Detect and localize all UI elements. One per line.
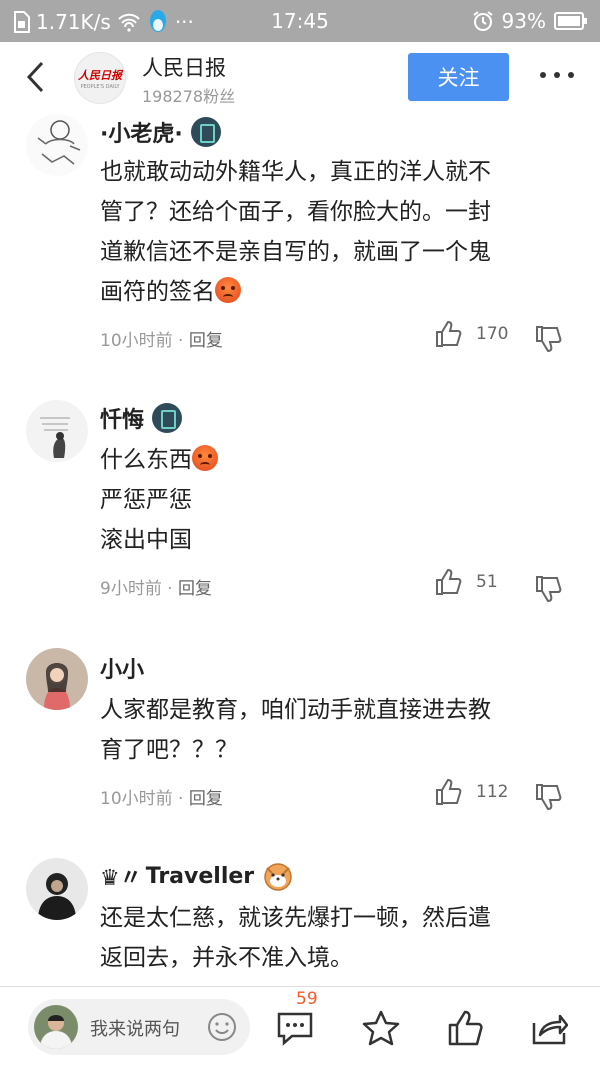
comment-meta: 9小时前 · 回复 — [100, 579, 213, 599]
thumbs-down-icon[interactable] — [534, 782, 562, 812]
star-icon[interactable] — [362, 1009, 400, 1047]
comment-meta: 10小时前 · 回复 — [100, 789, 223, 809]
reply-link[interactable]: 回复 — [189, 331, 223, 351]
thumbs-up-icon[interactable] — [446, 1009, 484, 1047]
username[interactable]: 小小 — [100, 652, 144, 684]
comment-line: 返回去，并永不准入境。 — [100, 945, 353, 971]
input-placeholder: 我来说两句 — [90, 1019, 180, 1040]
account-logo[interactable]: 人民日报 PEOPLE'S DAILY — [74, 52, 126, 104]
battery-icon — [554, 12, 587, 30]
battery-percent: 93% — [501, 9, 546, 33]
comment-item: 小小 人家都是教育，咱们动手就直接进去教 育了吧？？？ 10小时前 · 回复 1… — [0, 640, 600, 830]
comment-line: 人家都是教育，咱们动手就直接进去教 — [100, 697, 491, 723]
angry-emoji-icon — [215, 277, 241, 303]
avatar[interactable] — [26, 858, 88, 920]
account-name[interactable]: 人民日报 — [142, 52, 226, 82]
reply-link[interactable]: 回复 — [178, 579, 212, 599]
comment-text: 人家都是教育，咱们动手就直接进去教 育了吧？？？ — [100, 690, 580, 770]
comment-line: 管了？还给个面子，看你脸大的。一封 — [100, 199, 491, 225]
comment-time: 9小时前 — [100, 579, 162, 599]
comment-line: 道歉信还不是亲自写的，就画了一个鬼 — [100, 239, 491, 265]
status-bar: 1.71K/s ··· 17:45 93% — [0, 0, 600, 42]
username-text: 忏悔 — [100, 408, 145, 433]
comment-item: 忏悔 什么东西 严惩严惩 滚出中国 9小时前 · 回复 51 — [0, 392, 600, 622]
comment-text: 也就敢动动外籍华人，真正的洋人就不 管了？还给个面子，看你脸大的。一封 道歉信还… — [100, 152, 580, 312]
username-prefix: ♛〃 — [100, 866, 142, 891]
comment-line: 什么东西 — [100, 447, 192, 473]
user-badge-icon — [190, 117, 221, 147]
like-button[interactable]: 112 — [434, 778, 508, 806]
avatar[interactable] — [26, 648, 88, 710]
reply-link[interactable]: 回复 — [189, 789, 223, 809]
follow-button[interactable]: 关注 — [408, 53, 509, 101]
comment-time: 10小时前 — [100, 789, 173, 809]
comment-line: 严惩严惩 — [100, 487, 192, 513]
back-arrow-icon[interactable] — [22, 60, 52, 94]
like-button[interactable]: 170 — [434, 320, 508, 348]
comment-item: ·小老虎· 也就敢动动外籍华人，真正的洋人就不 管了？还给个面子，看你脸大的。一… — [0, 112, 600, 372]
follower-count: 198278粉丝 — [142, 87, 236, 106]
username[interactable]: ♛〃 Traveller — [100, 860, 294, 892]
thumbs-up-icon — [436, 778, 462, 805]
comments-icon[interactable] — [276, 1009, 314, 1047]
comment-count-badge: 59 — [296, 989, 318, 1009]
logo-subtitle: PEOPLE'S DAILY — [80, 83, 120, 90]
username[interactable]: ·小老虎· — [100, 116, 221, 148]
like-count: 170 — [476, 324, 509, 344]
comment-text: 还是太仁慈，就该先爆打一顿，然后遣 返回去，并永不准入境。 — [100, 898, 580, 978]
alarm-icon — [472, 11, 493, 31]
comment-line: 滚出中国 — [100, 527, 192, 553]
like-count: 112 — [476, 782, 509, 802]
bottom-action-bar: 我来说两句 59 — [0, 986, 600, 1066]
avatar[interactable] — [26, 114, 88, 176]
comment-input[interactable]: 我来说两句 — [28, 999, 250, 1055]
username-text: ·小老虎· — [100, 122, 183, 147]
comment-line: 还是太仁慈，就该先爆打一顿，然后遣 — [100, 905, 491, 931]
comment-line: 画符的签名 — [100, 279, 215, 305]
thumbs-down-icon[interactable] — [534, 574, 562, 604]
username-text: Traveller — [145, 863, 255, 889]
username[interactable]: 忏悔 — [100, 402, 183, 434]
my-avatar — [34, 1005, 78, 1049]
comment-line: 也就敢动动外籍华人，真正的洋人就不 — [100, 159, 491, 185]
like-button[interactable]: 51 — [434, 568, 498, 596]
page-header: 人民日报 PEOPLE'S DAILY 人民日报 198278粉丝 关注 — [0, 42, 600, 112]
comment-text: 什么东西 严惩严惩 滚出中国 — [100, 440, 580, 560]
shiba-dog-emoji-icon — [264, 863, 292, 891]
user-badge-icon — [152, 403, 183, 433]
avatar[interactable] — [26, 400, 88, 462]
comment-item: ♛〃 Traveller 还是太仁慈，就该先爆打一顿，然后遣 返回去，并永不准入… — [0, 850, 600, 986]
more-options-icon[interactable] — [540, 72, 574, 80]
comment-meta: 10小时前 · 回复 — [100, 331, 223, 351]
thumbs-up-icon — [436, 568, 462, 595]
angry-emoji-icon — [192, 445, 218, 471]
username-text: 小小 — [100, 658, 145, 683]
logo-text: 人民日报 — [78, 68, 122, 82]
thumbs-up-icon — [436, 320, 462, 347]
comment-line: 育了吧？？？ — [100, 737, 238, 763]
smiley-icon[interactable] — [206, 1011, 238, 1043]
comment-time: 10小时前 — [100, 331, 173, 351]
thumbs-down-icon[interactable] — [534, 324, 562, 354]
like-count: 51 — [476, 572, 498, 592]
share-icon[interactable] — [530, 1009, 568, 1047]
